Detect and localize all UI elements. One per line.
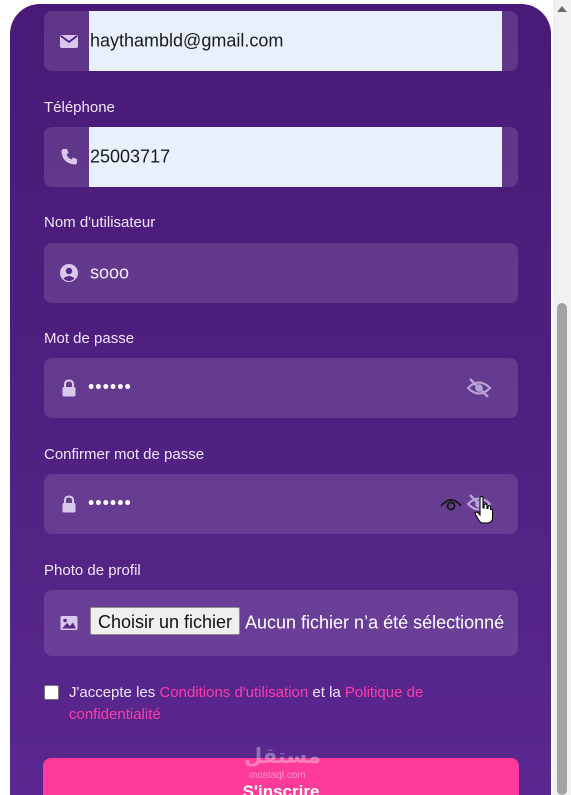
- email-value: haythambld@gmail.com: [90, 30, 284, 51]
- lock-icon: [62, 379, 76, 397]
- profile-photo-field: Choisir un fichier Aucun fichier n’a été…: [44, 590, 518, 656]
- terms-text: J'accepte les Conditions d'utilisation e…: [69, 682, 489, 726]
- choose-file-button[interactable]: Choisir un fichier: [90, 607, 241, 635]
- password-masked-value: ••••••: [88, 376, 132, 397]
- phone-value: 25003717: [90, 146, 171, 167]
- watermark-latin: mostaql.com: [249, 770, 306, 781]
- envelope-icon: [60, 35, 78, 48]
- conditions-link[interactable]: Conditions d'utilisation: [159, 684, 308, 701]
- confirm-password-field[interactable]: ••••••: [44, 474, 518, 534]
- image-icon: [60, 616, 78, 630]
- confirm-password-label: Confirmer mot de passe: [44, 446, 205, 463]
- phone-label: Téléphone: [44, 99, 115, 116]
- email-field[interactable]: haythambld@gmail.com: [44, 11, 518, 71]
- file-status-text: Aucun fichier n’a été sélectionné: [245, 612, 505, 633]
- scroll-up-arrow-icon[interactable]: [557, 6, 567, 12]
- registration-card: haythambld@gmail.com Téléphone 25003717 …: [10, 4, 551, 795]
- eye-icon[interactable]: [440, 495, 462, 513]
- username-field[interactable]: sooo: [44, 243, 518, 303]
- scrollbar-thumb[interactable]: [557, 303, 567, 795]
- profile-photo-label: Photo de profil: [44, 562, 141, 579]
- password-label: Mot de passe: [44, 330, 135, 347]
- password-field[interactable]: ••••••: [44, 358, 518, 418]
- confirm-password-masked-value: ••••••: [88, 492, 132, 513]
- phone-field[interactable]: 25003717: [44, 127, 518, 187]
- user-circle-icon: [60, 264, 78, 282]
- terms-checkbox[interactable]: [44, 685, 59, 700]
- vertical-scrollbar[interactable]: [553, 0, 571, 795]
- username-label: Nom d'utilisateur: [44, 214, 156, 231]
- lock-icon: [62, 495, 76, 513]
- username-value: sooo: [90, 262, 130, 283]
- terms-middle: et la: [308, 684, 345, 701]
- eye-slash-icon[interactable]: [466, 377, 492, 399]
- terms-prefix: J'accepte les: [69, 684, 160, 701]
- hand-cursor-icon: [474, 496, 494, 524]
- submit-label: S'inscrire: [242, 782, 320, 795]
- watermark-arabic: مستقل: [244, 745, 321, 768]
- phone-icon: [61, 149, 77, 165]
